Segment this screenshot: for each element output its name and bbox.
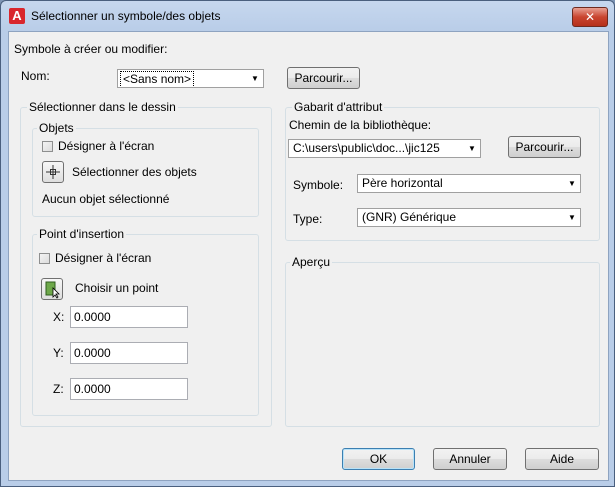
library-path-value: C:\users\public\doc...\jic125	[293, 141, 440, 155]
library-path-label: Chemin de la bibliothèque:	[289, 118, 432, 132]
type-combobox[interactable]: (GNR) Générique ▼	[357, 208, 581, 227]
ok-button[interactable]: OK	[342, 448, 415, 470]
insertion-designate-checkbox[interactable]	[39, 253, 50, 264]
close-button[interactable]: ✕	[572, 7, 608, 27]
objects-status: Aucun objet sélectionné	[42, 192, 170, 206]
select-in-drawing-heading: Sélectionner dans le dessin	[27, 100, 178, 114]
name-combobox[interactable]: <Sans nom> ▼	[117, 69, 264, 88]
x-label: X:	[53, 310, 65, 324]
symbol-value: Père horizontal	[362, 176, 443, 190]
preview-heading: Aperçu	[290, 255, 333, 269]
z-coordinate-input[interactable]: 0.0000	[70, 378, 188, 400]
library-browse-button[interactable]: Parcourir...	[508, 136, 581, 158]
help-button[interactable]: Aide	[525, 448, 599, 470]
insertion-designate-label: Désigner à l'écran	[55, 251, 152, 265]
name-value: <Sans nom>	[120, 71, 195, 87]
select-objects-label: Sélectionner des objets	[72, 165, 197, 179]
objects-designate-label: Désigner à l'écran	[58, 139, 155, 153]
y-coordinate-input[interactable]: 0.0000	[70, 342, 188, 364]
pick-point-icon	[45, 281, 60, 299]
window-title: Sélectionner un symbole/des objets	[31, 9, 221, 23]
symbol-browse-button[interactable]: Parcourir...	[287, 67, 360, 89]
preview-group	[285, 262, 600, 427]
z-label: Z:	[53, 382, 64, 396]
name-label: Nom:	[21, 69, 50, 83]
dialog-window: A Sélectionner un symbole/des objets ✕ S…	[0, 0, 615, 487]
chevron-down-icon[interactable]: ▼	[464, 140, 480, 157]
objects-heading: Objets	[37, 121, 76, 135]
type-label: Type:	[293, 212, 323, 226]
chevron-down-icon[interactable]: ▼	[564, 209, 580, 226]
pick-point-label: Choisir un point	[75, 281, 159, 295]
type-value: (GNR) Générique	[362, 210, 457, 224]
cancel-button[interactable]: Annuler	[433, 448, 507, 470]
pick-point-button[interactable]	[41, 278, 63, 300]
attribute-template-heading: Gabarit d'attribut	[292, 100, 385, 114]
library-path-combobox[interactable]: C:\users\public\doc...\jic125 ▼	[288, 139, 481, 158]
insertion-point-heading: Point d'insertion	[37, 227, 127, 241]
x-coordinate-input[interactable]: 0.0000	[70, 306, 188, 328]
title-bar[interactable]: A Sélectionner un symbole/des objets ✕	[1, 1, 614, 31]
crosshair-pick-icon	[46, 165, 60, 179]
objects-designate-checkbox[interactable]	[42, 141, 53, 152]
symbol-combobox[interactable]: Père horizontal ▼	[357, 174, 581, 193]
autocad-app-icon: A	[9, 8, 25, 24]
y-label: Y:	[53, 346, 64, 360]
close-icon: ✕	[584, 10, 596, 24]
symbol-section-heading: Symbole à créer ou modifier:	[14, 42, 168, 56]
chevron-down-icon[interactable]: ▼	[247, 70, 263, 87]
symbol-label: Symbole:	[293, 178, 344, 192]
select-objects-button[interactable]	[42, 161, 64, 183]
chevron-down-icon[interactable]: ▼	[564, 175, 580, 192]
dialog-body: Symbole à créer ou modifier: Nom: <Sans …	[8, 31, 609, 481]
